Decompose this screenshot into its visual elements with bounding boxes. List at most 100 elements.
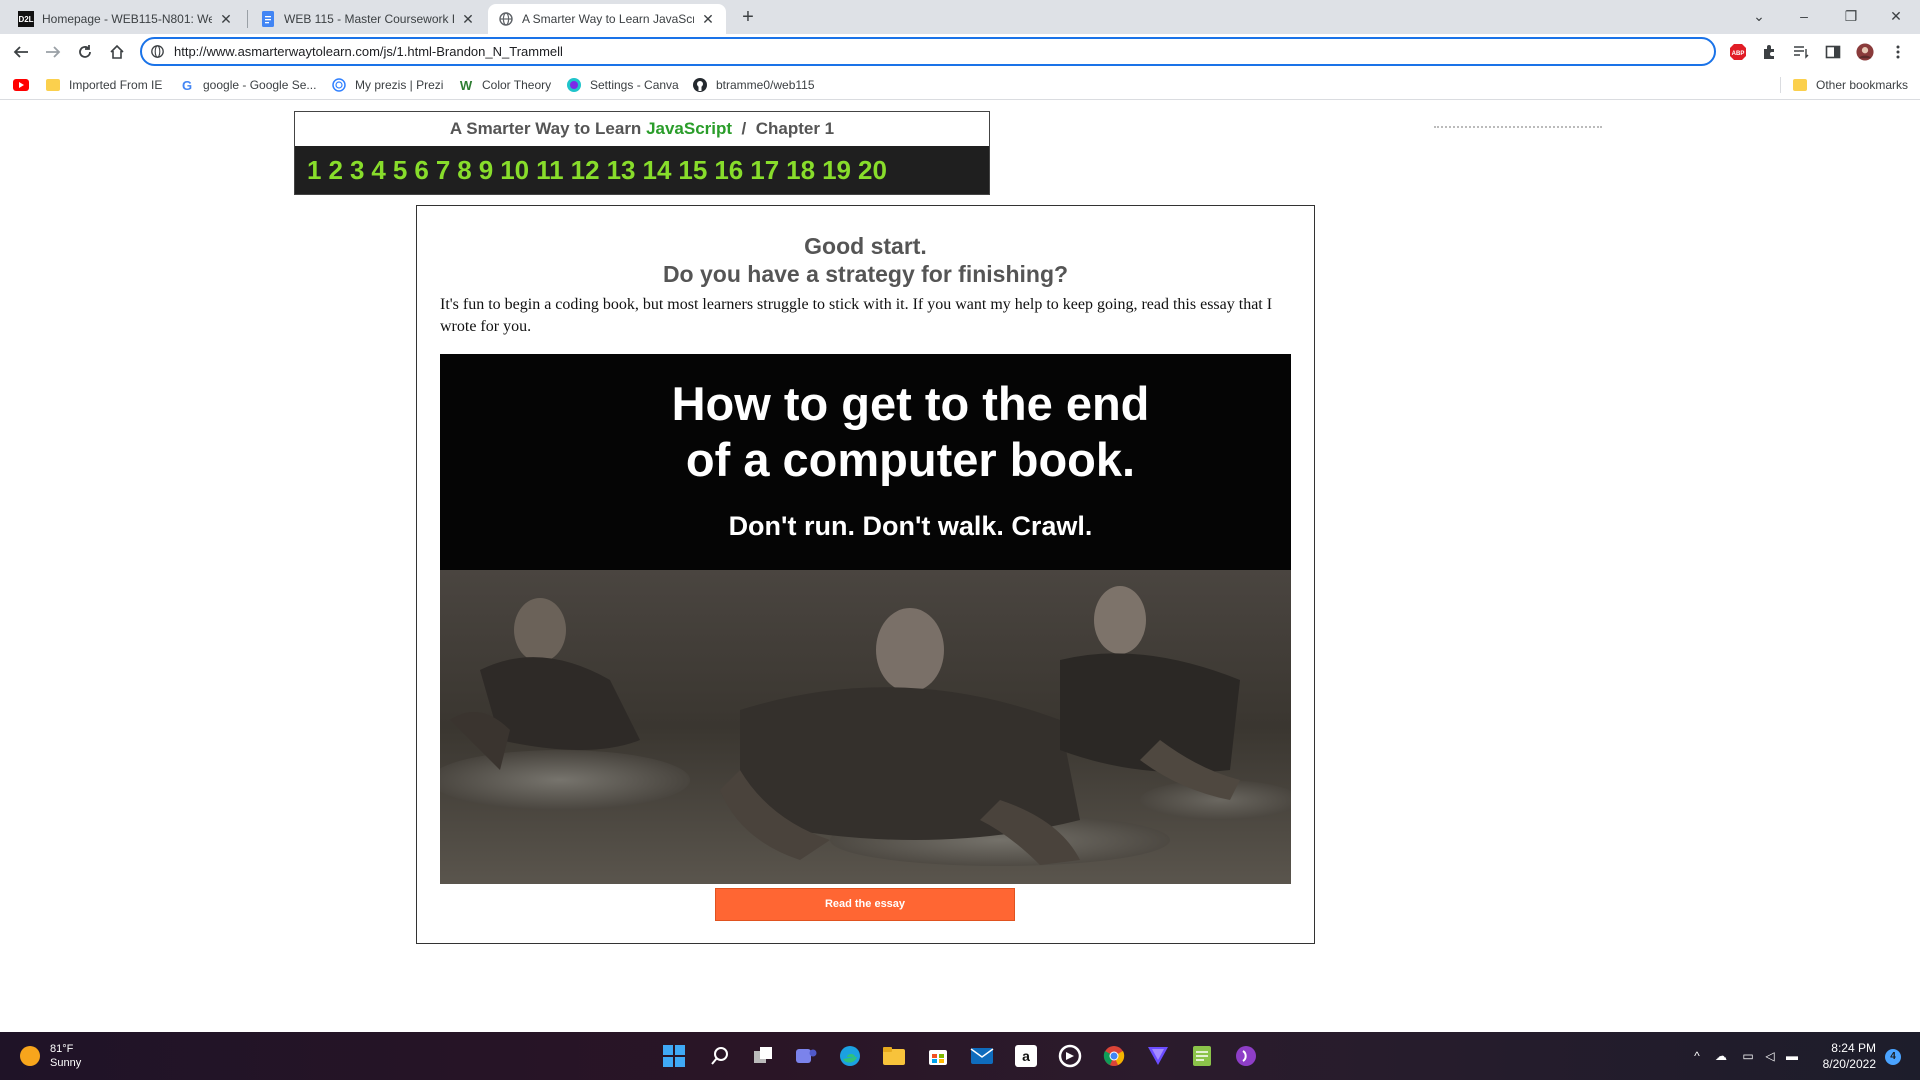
weather-temp: 81°F xyxy=(50,1043,74,1055)
search-icon[interactable] xyxy=(706,1042,734,1070)
mail-icon[interactable] xyxy=(968,1042,996,1070)
volume-icon[interactable]: ◁ xyxy=(1762,1048,1778,1064)
bookmark-canva[interactable]: Settings - Canva xyxy=(566,76,679,94)
close-window-icon[interactable]: ✕ xyxy=(1886,6,1906,26)
back-icon[interactable] xyxy=(11,42,31,62)
windows-start-icon[interactable] xyxy=(660,1042,688,1070)
bookmark-github[interactable]: btramme0/web115 xyxy=(692,76,815,94)
site-info-icon[interactable] xyxy=(151,45,164,58)
system-clock[interactable]: 8:24 PM 8/20/2022 xyxy=(1818,1040,1876,1072)
bookmark-label: Other bookmarks xyxy=(1816,78,1909,92)
task-view-icon[interactable] xyxy=(749,1042,777,1070)
bookmark-label: google - Google Se... xyxy=(203,78,317,92)
tab-d2l[interactable]: D2L Homepage - WEB115-N801: Web ✕ xyxy=(8,4,244,34)
browser-toolbar: ABP xyxy=(0,34,1920,70)
breadcrumb-separator: / xyxy=(741,119,747,138)
chapter-link[interactable]: 1 xyxy=(307,146,321,194)
onedrive-icon[interactable]: ☁ xyxy=(1713,1048,1729,1064)
teams-icon[interactable] xyxy=(792,1042,820,1070)
file-explorer-icon[interactable] xyxy=(880,1042,908,1070)
clock-time: 8:24 PM xyxy=(1831,1041,1876,1055)
chapter-link[interactable]: 6 xyxy=(414,146,428,194)
close-icon[interactable]: ✕ xyxy=(700,11,716,27)
chapter-link[interactable]: 10 xyxy=(500,146,529,194)
bookmark-imported-from-ie[interactable]: Imported From IE xyxy=(45,76,162,94)
forward-icon[interactable] xyxy=(43,42,63,62)
store-icon[interactable] xyxy=(924,1042,952,1070)
bookmark-prezi[interactable]: My prezis | Prezi xyxy=(331,76,443,94)
chapter-link[interactable]: 17 xyxy=(750,146,779,194)
edge-icon[interactable] xyxy=(836,1042,864,1070)
tab-title: A Smarter Way to Learn JavaScrip xyxy=(522,12,694,26)
chapter-link[interactable]: 9 xyxy=(479,146,493,194)
tab-title: Homepage - WEB115-N801: Web xyxy=(42,12,212,26)
other-bookmarks[interactable]: Other bookmarks xyxy=(1792,76,1908,94)
chapter-link[interactable]: 5 xyxy=(393,146,407,194)
promo-card: Good start. Do you have a strategy for f… xyxy=(416,205,1315,944)
chapter-link[interactable]: 8 xyxy=(457,146,471,194)
mud-crawl-photo xyxy=(440,570,1291,884)
battery-icon[interactable]: ▬ xyxy=(1784,1048,1800,1064)
show-hidden-icons-icon[interactable]: ^ xyxy=(1689,1048,1705,1064)
menu-icon[interactable] xyxy=(1889,43,1907,61)
heading-line-1: Good start. xyxy=(804,233,927,259)
notification-badge[interactable]: 4 xyxy=(1885,1049,1901,1065)
chapter-link[interactable]: 13 xyxy=(607,146,636,194)
close-icon[interactable]: ✕ xyxy=(460,11,476,27)
taskbar: 81°F Sunny a ^ ☁ ▭ ◁ ▬ 8:24 PM 8/20/2022… xyxy=(0,1032,1920,1080)
adblock-icon[interactable]: ABP xyxy=(1729,43,1747,61)
close-icon[interactable]: ✕ xyxy=(218,11,234,27)
vpn-icon[interactable] xyxy=(1144,1042,1172,1070)
svg-text:a: a xyxy=(1022,1048,1030,1064)
sun-icon xyxy=(20,1046,40,1066)
amazon-icon[interactable]: a xyxy=(1012,1042,1040,1070)
network-icon[interactable]: ▭ xyxy=(1740,1048,1756,1064)
chapter-link[interactable]: 4 xyxy=(371,146,385,194)
home-icon[interactable] xyxy=(107,42,127,62)
chapter-link[interactable]: 19 xyxy=(822,146,851,194)
bookmarks-bar: Imported From IE G google - Google Se...… xyxy=(0,70,1920,100)
chapter-link[interactable]: 12 xyxy=(571,146,600,194)
chapter-link[interactable]: 11 xyxy=(536,146,564,194)
youtube-icon[interactable] xyxy=(13,76,37,94)
minimize-icon[interactable]: – xyxy=(1794,6,1814,26)
chapter-link[interactable]: 18 xyxy=(786,146,815,194)
tab-javascript[interactable]: A Smarter Way to Learn JavaScrip ✕ xyxy=(488,4,726,34)
notepad-icon[interactable] xyxy=(1188,1042,1216,1070)
bookmark-color-theory[interactable]: W Color Theory xyxy=(458,76,551,94)
essay-banner[interactable]: How to get to the end of a computer book… xyxy=(440,354,1291,884)
chapter-link[interactable]: 7 xyxy=(436,146,450,194)
side-panel-icon[interactable] xyxy=(1824,43,1842,61)
new-tab-icon[interactable]: + xyxy=(738,7,758,28)
subject-link[interactable]: JavaScript xyxy=(646,119,732,138)
canva-icon xyxy=(566,77,582,93)
tab-search-icon[interactable]: ⌄ xyxy=(1749,6,1769,26)
address-bar[interactable] xyxy=(140,37,1716,66)
url-input[interactable] xyxy=(174,42,1674,61)
tab-docs[interactable]: WEB 115 - Master Coursework D ✕ xyxy=(250,4,486,34)
chapter-nav: 1 2 3 4 5 6 7 8 9 10 11 12 13 14 15 16 17 18 19 20 xyxy=(295,146,989,194)
restore-icon[interactable]: ❐ xyxy=(1841,6,1861,26)
chapter-link[interactable]: 14 xyxy=(642,146,671,194)
bookmark-google[interactable]: G google - Google Se... xyxy=(179,76,316,94)
heading-line-2: Do you have a strategy for finishing? xyxy=(662,261,1069,287)
chapter-link[interactable]: 16 xyxy=(714,146,743,194)
chapter-link[interactable]: 20 xyxy=(858,146,887,194)
chapter-link[interactable]: 2 xyxy=(328,146,342,194)
banner-subtitle: Don't run. Don't walk. Crawl. xyxy=(728,511,1093,541)
podcast-icon[interactable] xyxy=(1232,1042,1260,1070)
chapter-link[interactable]: 15 xyxy=(678,146,707,194)
chapter-link[interactable]: 3 xyxy=(350,146,364,194)
chrome-icon[interactable] xyxy=(1100,1042,1128,1070)
reload-icon[interactable] xyxy=(75,42,95,62)
bookmark-label: Imported From IE xyxy=(69,78,163,92)
pluralsight-icon[interactable] xyxy=(1056,1042,1084,1070)
globe-icon xyxy=(498,11,514,27)
read-essay-button[interactable]: Read the essay xyxy=(715,888,1015,921)
banner-title-line-1: How to get to the end xyxy=(671,377,1150,430)
reading-list-icon[interactable] xyxy=(1792,43,1810,61)
weather-widget[interactable]: 81°F Sunny xyxy=(20,1042,81,1070)
extensions-icon[interactable] xyxy=(1760,43,1778,61)
docs-icon xyxy=(260,11,276,27)
profile-avatar-icon[interactable] xyxy=(1856,43,1874,61)
